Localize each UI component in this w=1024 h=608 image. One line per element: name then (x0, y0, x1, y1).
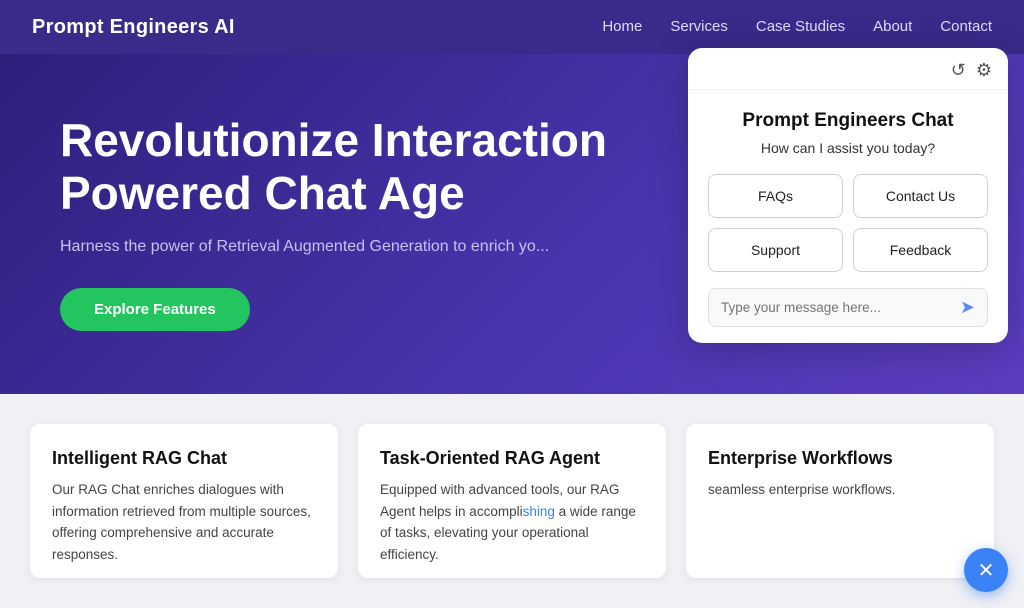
chat-contact-us-button[interactable]: Contact Us (853, 174, 988, 218)
card-rag-chat-body: Our RAG Chat enriches dialogues with inf… (52, 479, 316, 565)
reset-icon: ↺ (951, 60, 966, 81)
chat-input-row: ➤ (708, 288, 988, 327)
nav-link-about[interactable]: About (873, 18, 912, 35)
chat-message-input[interactable] (721, 300, 960, 315)
chat-reset-button[interactable]: ↺ (951, 60, 966, 81)
card-rag-chat: Intelligent RAG Chat Our RAG Chat enrich… (30, 424, 338, 578)
chat-top-bar: ↺ ⚙ (688, 48, 1008, 90)
nav-link-case-studies[interactable]: Case Studies (756, 18, 845, 35)
nav-logo: Prompt Engineers AI (32, 16, 235, 39)
chat-close-button[interactable]: ✕ (964, 548, 1008, 592)
card-enterprise-body: seamless enterprise workflows. (708, 479, 972, 501)
card-rag-agent-title: Task-Oriented RAG Agent (380, 448, 644, 469)
card-rag-chat-title: Intelligent RAG Chat (52, 448, 316, 469)
card-rag-agent: Task-Oriented RAG Agent Equipped with ad… (358, 424, 666, 578)
chat-subtitle: How can I assist you today? (708, 140, 988, 156)
chat-quick-buttons: FAQs Contact Us Support Feedback (708, 174, 988, 272)
nav-link-home[interactable]: Home (602, 18, 642, 35)
card-enterprise-title: Enterprise Workflows (708, 448, 972, 469)
navbar: Prompt Engineers AI Home Services Case S… (0, 0, 1024, 54)
nav-link-contact[interactable]: Contact (940, 18, 992, 35)
nav-link-services[interactable]: Services (670, 18, 728, 35)
nav-links: Home Services Case Studies About Contact (602, 18, 992, 36)
hero-heading: Revolutionize Interaction Powered Chat A… (60, 114, 710, 220)
settings-icon: ⚙ (976, 60, 992, 81)
cards-section: Intelligent RAG Chat Our RAG Chat enrich… (0, 394, 1024, 608)
chat-feedback-button[interactable]: Feedback (853, 228, 988, 272)
chat-settings-button[interactable]: ⚙ (976, 60, 992, 81)
hero-subtext: Harness the power of Retrieval Augmented… (60, 238, 640, 256)
send-icon: ➤ (960, 297, 975, 318)
chat-faqs-button[interactable]: FAQs (708, 174, 843, 218)
explore-features-button[interactable]: Explore Features (60, 288, 250, 331)
close-icon: ✕ (978, 558, 995, 583)
chat-body: Prompt Engineers Chat How can I assist y… (688, 90, 1008, 343)
card-enterprise: Enterprise Workflows seamless enterprise… (686, 424, 994, 578)
chat-send-button[interactable]: ➤ (960, 297, 975, 318)
card-rag-agent-body: Equipped with advanced tools, our RAG Ag… (380, 479, 644, 565)
chat-title: Prompt Engineers Chat (708, 110, 988, 132)
chat-widget: ↺ ⚙ Prompt Engineers Chat How can I assi… (688, 48, 1008, 343)
chat-support-button[interactable]: Support (708, 228, 843, 272)
